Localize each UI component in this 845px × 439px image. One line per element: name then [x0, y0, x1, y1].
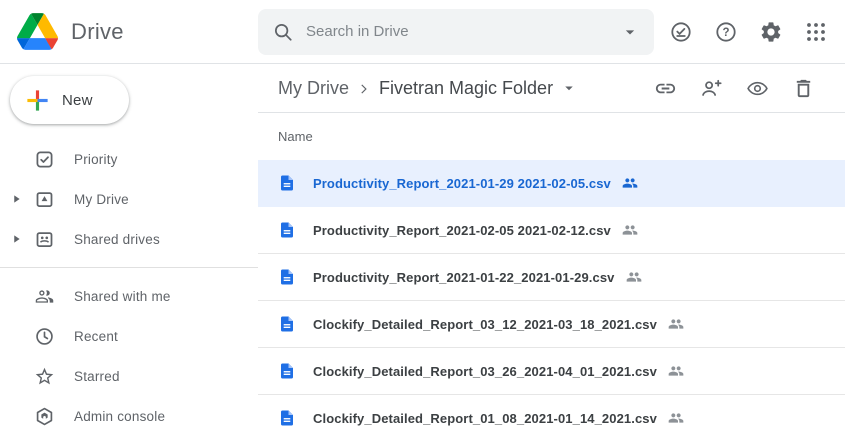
file-list-panel: My Drive Fivetran Magic Folder	[258, 64, 845, 439]
sidebar-item-label: Recent	[74, 329, 118, 344]
expand-caret-icon[interactable]	[12, 234, 27, 244]
shared-people-icon	[622, 175, 638, 191]
file-row[interactable]: Productivity_Report_2021-01-29 2021-02-0…	[258, 160, 845, 207]
sidebar: New Priority My Drive	[0, 64, 258, 439]
folder-menu-caret-icon[interactable]	[560, 79, 578, 97]
priority-check-icon	[32, 147, 56, 171]
offline-status-button[interactable]	[661, 12, 701, 52]
sidebar-item-shared-drives[interactable]: Shared drives	[0, 219, 258, 259]
csv-file-icon	[278, 315, 296, 333]
admin-console-icon	[32, 404, 56, 428]
file-name: Clockify_Detailed_Report_03_12_2021-03_1…	[313, 317, 657, 332]
top-app-bar: Drive ?	[0, 0, 845, 64]
shared-people-icon	[668, 363, 684, 379]
preview-eye-icon[interactable]	[746, 77, 769, 100]
drive-home-link[interactable]: Drive	[0, 13, 258, 50]
sidebar-item-label: Shared drives	[74, 232, 160, 247]
new-button-label: New	[62, 92, 93, 109]
app-title: Drive	[71, 19, 124, 45]
multicolor-plus-icon	[24, 87, 51, 114]
breadcrumb-my-drive[interactable]: My Drive	[278, 78, 349, 99]
shared-people-icon	[668, 410, 684, 426]
search-bar[interactable]	[258, 9, 654, 55]
breadcrumb: My Drive Fivetran Magic Folder	[258, 64, 845, 113]
chevron-right-icon	[355, 80, 373, 98]
apps-grid-icon	[804, 20, 828, 44]
sidebar-item-label: Priority	[74, 152, 118, 167]
google-drive-logo-icon	[17, 13, 58, 50]
file-row[interactable]: Clockify_Detailed_Report_03_12_2021-03_1…	[258, 301, 845, 348]
csv-file-icon	[278, 268, 296, 286]
sidebar-item-label: Shared with me	[74, 289, 171, 304]
csv-file-icon	[278, 221, 296, 239]
shared-people-icon	[626, 269, 642, 285]
get-link-icon[interactable]	[654, 77, 677, 100]
search-input[interactable]	[306, 23, 620, 40]
share-person-add-icon[interactable]	[700, 77, 723, 100]
gear-icon	[759, 20, 783, 44]
column-header-name[interactable]: Name	[258, 113, 845, 160]
settings-button[interactable]	[751, 12, 791, 52]
expand-caret-icon[interactable]	[12, 194, 27, 204]
star-icon	[32, 364, 56, 388]
shared-with-me-people-icon	[32, 284, 56, 308]
file-name: Productivity_Report_2021-01-22_2021-01-2…	[313, 270, 615, 285]
header-actions: ?	[661, 12, 845, 52]
sidebar-item-priority[interactable]: Priority	[0, 139, 258, 179]
sidebar-item-recent[interactable]: Recent	[0, 316, 258, 356]
clock-icon	[32, 324, 56, 348]
sidebar-item-starred[interactable]: Starred	[0, 356, 258, 396]
delete-trash-icon[interactable]	[792, 77, 815, 100]
sidebar-item-label: Admin console	[74, 409, 165, 424]
file-row[interactable]: Productivity_Report_2021-02-05 2021-02-1…	[258, 207, 845, 254]
help-icon: ?	[714, 20, 738, 44]
search-icon[interactable]	[272, 21, 294, 43]
file-row[interactable]: Clockify_Detailed_Report_03_26_2021-04_0…	[258, 348, 845, 395]
my-drive-icon	[32, 187, 56, 211]
sidebar-item-label: My Drive	[74, 192, 129, 207]
sidebar-divider	[0, 267, 258, 268]
sidebar-nav: Priority My Drive Shared drives	[0, 139, 258, 436]
file-name: Clockify_Detailed_Report_03_26_2021-04_0…	[313, 364, 657, 379]
sidebar-item-label: Starred	[74, 369, 120, 384]
shared-people-icon	[668, 316, 684, 332]
csv-file-icon	[278, 409, 296, 427]
svg-text:?: ?	[722, 27, 729, 39]
csv-file-icon	[278, 362, 296, 380]
file-name: Productivity_Report_2021-01-29 2021-02-0…	[313, 176, 611, 191]
file-name: Clockify_Detailed_Report_01_08_2021-01_1…	[313, 411, 657, 426]
shared-drives-icon	[32, 227, 56, 251]
file-list: Productivity_Report_2021-01-29 2021-02-0…	[258, 160, 845, 439]
breadcrumb-current-folder[interactable]: Fivetran Magic Folder	[379, 78, 553, 99]
new-button[interactable]: New	[10, 76, 129, 124]
folder-toolbar	[654, 77, 815, 100]
file-name: Productivity_Report_2021-02-05 2021-02-1…	[313, 223, 611, 238]
file-row[interactable]: Productivity_Report_2021-01-22_2021-01-2…	[258, 254, 845, 301]
shared-people-icon	[622, 222, 638, 238]
csv-file-icon	[278, 174, 296, 192]
help-button[interactable]: ?	[706, 12, 746, 52]
sidebar-item-shared-with-me[interactable]: Shared with me	[0, 276, 258, 316]
sidebar-item-my-drive[interactable]: My Drive	[0, 179, 258, 219]
sidebar-item-admin-console[interactable]: Admin console	[0, 396, 258, 436]
offline-check-circle-icon	[669, 20, 693, 44]
file-row[interactable]: Clockify_Detailed_Report_01_08_2021-01_1…	[258, 395, 845, 439]
search-options-caret-icon[interactable]	[620, 22, 640, 42]
google-apps-button[interactable]	[796, 12, 836, 52]
